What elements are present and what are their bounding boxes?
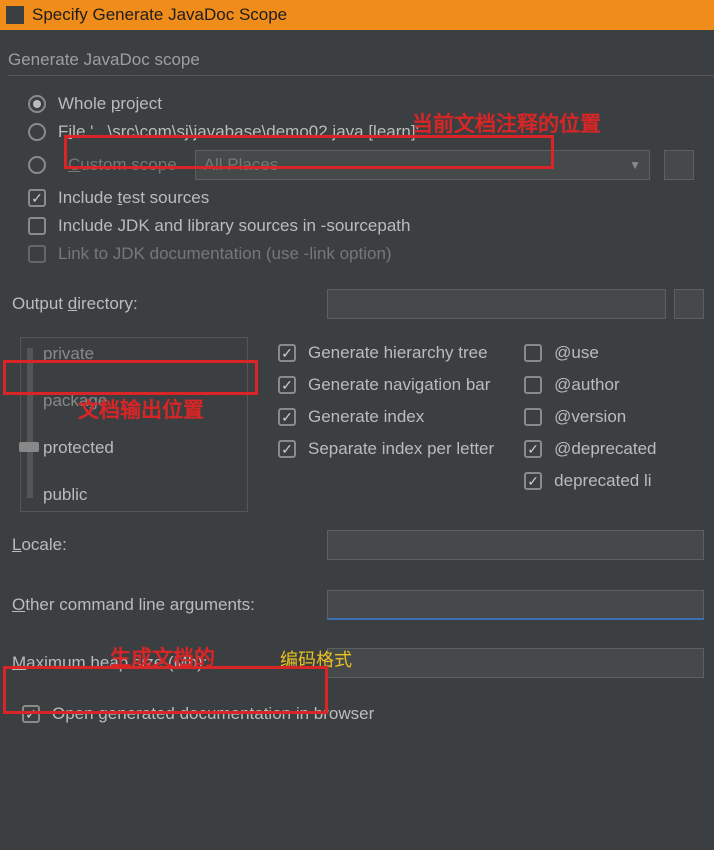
app-icon bbox=[6, 6, 24, 24]
include-test-checkbox[interactable]: Include test sources bbox=[28, 188, 694, 208]
heap-row: Maximum heap size (Mb): bbox=[0, 644, 714, 682]
heap-input[interactable] bbox=[327, 648, 704, 678]
generate-options: Generate hierarchy tree Generate navigat… bbox=[278, 337, 494, 512]
open-browser-label: Open generated documentation in browser bbox=[52, 704, 374, 724]
checkbox-icon bbox=[28, 217, 46, 235]
checkbox-icon bbox=[524, 472, 542, 490]
tag-author-label: @author bbox=[554, 375, 619, 395]
locale-label: Locale: bbox=[12, 535, 327, 555]
checkbox-icon bbox=[524, 440, 542, 458]
gen-hierarchy-label: Generate hierarchy tree bbox=[308, 343, 488, 363]
heap-label: Maximum heap size (Mb): bbox=[12, 653, 327, 673]
tag-version-checkbox[interactable]: @version bbox=[524, 407, 656, 427]
tag-deprecated-label: @deprecated bbox=[554, 439, 656, 459]
custom-scope-radio[interactable]: Custom scope All Places ▼ bbox=[28, 150, 694, 180]
tag-version-label: @version bbox=[554, 407, 626, 427]
scope-section-label: Generate JavaDoc scope bbox=[8, 50, 714, 70]
gen-separate-checkbox[interactable]: Separate index per letter bbox=[278, 439, 494, 459]
checkbox-icon bbox=[22, 705, 40, 723]
tag-deplist-label: deprecated li bbox=[554, 471, 651, 491]
checkbox-icon bbox=[524, 408, 542, 426]
output-browse-button[interactable] bbox=[674, 289, 704, 319]
title-bar: Specify Generate JavaDoc Scope bbox=[0, 0, 714, 30]
checkbox-icon bbox=[28, 245, 46, 263]
scope-options: Whole project File '...\src\com\sj\javab… bbox=[0, 76, 714, 277]
tag-options: @use @author @version @deprecated deprec… bbox=[524, 337, 656, 512]
checkbox-icon bbox=[524, 376, 542, 394]
file-radio[interactable]: File '...\src\com\sj\javabase\demo02.jav… bbox=[28, 122, 694, 142]
file-label: File '...\src\com\sj\javabase\demo02.jav… bbox=[58, 122, 419, 142]
link-jdk-checkbox[interactable]: Link to JDK documentation (use -link opt… bbox=[28, 244, 694, 264]
tag-use-label: @use bbox=[554, 343, 599, 363]
vis-public: public bbox=[43, 485, 239, 505]
gen-index-checkbox[interactable]: Generate index bbox=[278, 407, 494, 427]
slider-track bbox=[27, 348, 33, 498]
gen-separate-label: Separate index per letter bbox=[308, 439, 494, 459]
link-jdk-label: Link to JDK documentation (use -link opt… bbox=[58, 244, 392, 264]
radio-icon bbox=[28, 123, 46, 141]
custom-scope-label: Custom scope bbox=[68, 155, 177, 175]
locale-row: Locale: bbox=[0, 526, 714, 564]
whole-project-radio[interactable]: Whole project bbox=[28, 94, 694, 114]
scope-combo[interactable]: All Places ▼ bbox=[195, 150, 650, 180]
other-args-label: Other command line arguments: bbox=[12, 595, 327, 615]
options-panel: private package protected public Generat… bbox=[0, 331, 714, 518]
gen-navbar-label: Generate navigation bar bbox=[308, 375, 490, 395]
scope-more-button[interactable] bbox=[664, 150, 694, 180]
include-jdk-checkbox[interactable]: Include JDK and library sources in -sour… bbox=[28, 216, 694, 236]
output-directory-label: Output directory: bbox=[12, 294, 327, 314]
window-title: Specify Generate JavaDoc Scope bbox=[32, 5, 287, 25]
other-args-input[interactable] bbox=[327, 590, 704, 620]
gen-navbar-checkbox[interactable]: Generate navigation bar bbox=[278, 375, 494, 395]
scope-combo-value: All Places bbox=[204, 155, 279, 175]
checkbox-icon bbox=[524, 344, 542, 362]
checkbox-icon bbox=[28, 189, 46, 207]
locale-input[interactable] bbox=[327, 530, 704, 560]
other-args-row: Other command line arguments: bbox=[0, 586, 714, 624]
tag-deprecated-checkbox[interactable]: @deprecated bbox=[524, 439, 656, 459]
vis-protected: protected bbox=[43, 438, 239, 458]
tag-author-checkbox[interactable]: @author bbox=[524, 375, 656, 395]
checkbox-icon bbox=[278, 408, 296, 426]
radio-icon bbox=[28, 156, 46, 174]
whole-project-label: Whole project bbox=[58, 94, 162, 114]
slider-thumb[interactable] bbox=[19, 442, 39, 452]
open-browser-checkbox[interactable]: Open generated documentation in browser bbox=[0, 690, 714, 724]
radio-icon bbox=[28, 95, 46, 113]
include-test-label: Include test sources bbox=[58, 188, 209, 208]
output-directory-input[interactable] bbox=[327, 289, 666, 319]
tag-use-checkbox[interactable]: @use bbox=[524, 343, 656, 363]
visibility-slider-box[interactable]: private package protected public bbox=[20, 337, 248, 512]
vis-package: package bbox=[43, 391, 239, 411]
chevron-down-icon: ▼ bbox=[629, 158, 641, 172]
gen-index-label: Generate index bbox=[308, 407, 424, 427]
checkbox-icon bbox=[278, 376, 296, 394]
output-directory-row: Output directory: bbox=[0, 285, 714, 323]
include-jdk-label: Include JDK and library sources in -sour… bbox=[58, 216, 410, 236]
gen-hierarchy-checkbox[interactable]: Generate hierarchy tree bbox=[278, 343, 494, 363]
checkbox-icon bbox=[278, 440, 296, 458]
vis-private: private bbox=[43, 344, 239, 364]
tag-deplist-checkbox[interactable]: deprecated li bbox=[524, 471, 656, 491]
checkbox-icon bbox=[278, 344, 296, 362]
